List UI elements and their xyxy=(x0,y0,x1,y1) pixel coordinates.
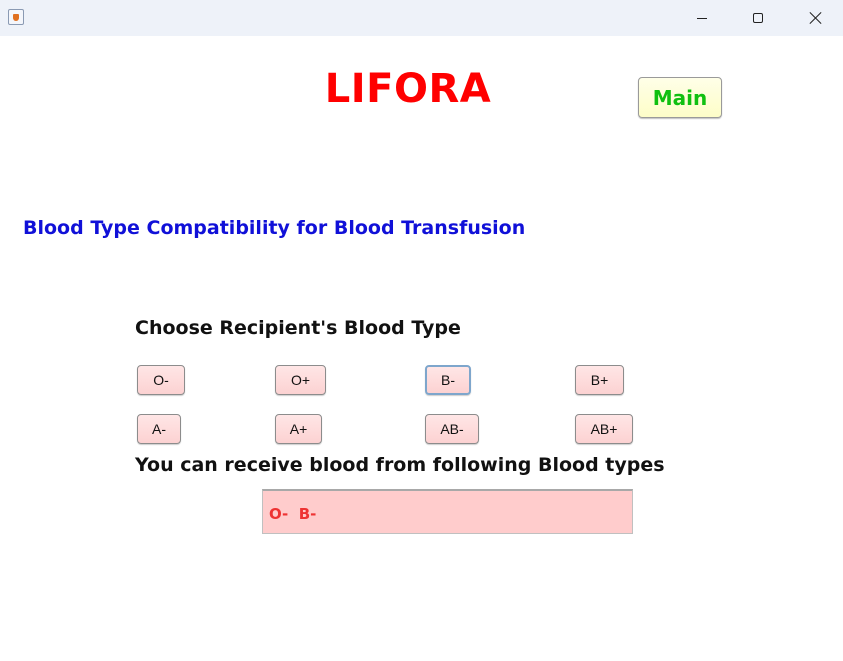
page-subtitle: Blood Type Compatibility for Blood Trans… xyxy=(23,217,526,239)
blood-type-button-a-pos[interactable]: A+ xyxy=(275,414,322,444)
app-title: LIFORA xyxy=(324,66,492,112)
main-button[interactable]: Main xyxy=(638,77,722,118)
maximize-button[interactable] xyxy=(730,0,786,36)
blood-type-button-b-neg[interactable]: B- xyxy=(425,365,471,395)
java-cup-icon xyxy=(8,9,24,25)
maximize-icon xyxy=(753,13,763,23)
minimize-button[interactable] xyxy=(674,0,730,36)
blood-type-button-a-neg[interactable]: A- xyxy=(137,414,181,444)
blood-type-button-ab-neg[interactable]: AB- xyxy=(425,414,479,444)
blood-type-button-ab-pos[interactable]: AB+ xyxy=(575,414,633,444)
compatible-types-label: You can receive blood from following Blo… xyxy=(135,454,665,476)
close-icon xyxy=(810,12,822,24)
blood-type-button-o-pos[interactable]: O+ xyxy=(275,365,326,395)
blood-type-button-b-pos[interactable]: B+ xyxy=(575,365,624,395)
window-title-bar xyxy=(0,0,843,36)
blood-type-button-o-neg[interactable]: O- xyxy=(137,365,185,395)
compatible-types-field[interactable]: O- B- xyxy=(262,489,633,534)
close-button[interactable] xyxy=(788,0,843,36)
choose-blood-type-label: Choose Recipient's Blood Type xyxy=(135,317,461,339)
minimize-icon xyxy=(697,17,707,19)
